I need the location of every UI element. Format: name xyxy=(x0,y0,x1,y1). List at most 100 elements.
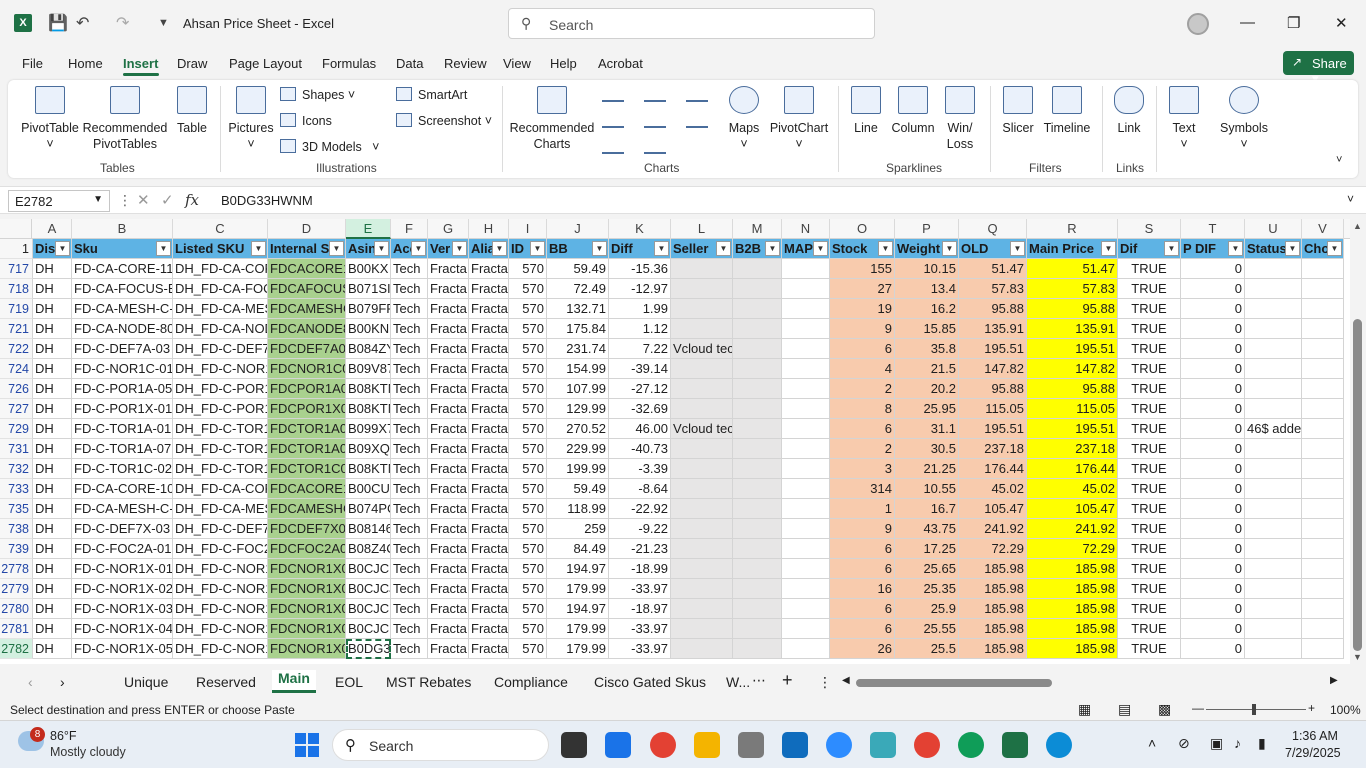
cell[interactable] xyxy=(1245,379,1302,399)
cell[interactable]: 0 xyxy=(1181,559,1245,579)
cell[interactable] xyxy=(671,299,733,319)
cell[interactable]: Tech xyxy=(391,279,428,299)
cell[interactable]: 46.00 xyxy=(609,419,671,439)
cell[interactable]: 185.98 xyxy=(1027,639,1118,659)
cell[interactable]: Fracta xyxy=(428,579,469,599)
cell[interactable]: DH_FD-C-TOR1 xyxy=(173,459,268,479)
cell[interactable]: DH_FD-C-NOR1 xyxy=(173,599,268,619)
cell[interactable]: 13.4 xyxy=(895,279,959,299)
row-number[interactable]: 732 xyxy=(0,459,33,479)
cell[interactable]: Fracta xyxy=(428,459,469,479)
cell[interactable]: 21.5 xyxy=(895,359,959,379)
cell[interactable]: TRUE xyxy=(1118,599,1181,619)
cell[interactable]: TRUE xyxy=(1118,459,1181,479)
cell[interactable]: 0 xyxy=(1181,519,1245,539)
header-cell[interactable]: Acc ▼ xyxy=(391,239,428,259)
maximize-button[interactable]: ❐ xyxy=(1287,14,1300,32)
cell[interactable]: Fracta xyxy=(428,339,469,359)
cell[interactable] xyxy=(671,619,733,639)
cell[interactable]: 185.98 xyxy=(959,599,1027,619)
cell[interactable]: Fracta xyxy=(469,559,509,579)
cell[interactable]: FDCNOR1X01 xyxy=(268,559,346,579)
cell[interactable]: Tech xyxy=(391,459,428,479)
cell[interactable] xyxy=(733,559,782,579)
cell[interactable] xyxy=(671,259,733,279)
cell[interactable]: Fracta xyxy=(469,439,509,459)
cell[interactable]: 95.88 xyxy=(1027,379,1118,399)
cell[interactable]: 237.18 xyxy=(1027,439,1118,459)
cell[interactable]: Fracta xyxy=(469,579,509,599)
header-cell[interactable]: B2B ▼ xyxy=(733,239,782,259)
cell[interactable] xyxy=(782,499,830,519)
cell[interactable]: 0 xyxy=(1181,259,1245,279)
cell[interactable]: B084ZY xyxy=(346,339,391,359)
header-cell[interactable]: Dif ▼ xyxy=(1118,239,1181,259)
cell[interactable]: DH xyxy=(33,359,72,379)
cell[interactable]: 199.99 xyxy=(547,459,609,479)
cell[interactable]: 0 xyxy=(1181,339,1245,359)
cell[interactable]: Fracta xyxy=(428,499,469,519)
cell[interactable]: FDCDEF7A03 xyxy=(268,339,346,359)
cell[interactable]: 25.35 xyxy=(895,579,959,599)
cell[interactable]: 185.98 xyxy=(1027,579,1118,599)
cell[interactable] xyxy=(733,639,782,659)
cell[interactable] xyxy=(733,419,782,439)
cell[interactable]: 72.29 xyxy=(959,539,1027,559)
pivotchart-button[interactable]: PivotChart ˅ xyxy=(766,86,832,152)
cell[interactable]: 26 xyxy=(830,639,895,659)
row-number[interactable]: 1 xyxy=(0,239,33,259)
row-number[interactable]: 2778 xyxy=(0,559,33,579)
sheet-tab-more[interactable]: W... xyxy=(726,674,750,690)
table-button[interactable]: Table xyxy=(172,86,212,136)
cell[interactable] xyxy=(671,599,733,619)
cell[interactable]: 3 xyxy=(830,459,895,479)
cell[interactable] xyxy=(671,559,733,579)
filter-dropdown-icon[interactable]: ▼ xyxy=(654,241,669,256)
cell[interactable]: B09V87 xyxy=(346,359,391,379)
cell[interactable]: 6 xyxy=(830,539,895,559)
cell[interactable]: 57.83 xyxy=(1027,279,1118,299)
cell[interactable]: 118.99 xyxy=(547,499,609,519)
customize-qat-icon[interactable]: ▼ xyxy=(158,17,169,29)
cell[interactable] xyxy=(733,459,782,479)
cell[interactable] xyxy=(671,499,733,519)
cell[interactable]: Fracta xyxy=(469,279,509,299)
cell[interactable] xyxy=(733,579,782,599)
cell[interactable]: -33.97 xyxy=(609,579,671,599)
cell[interactable]: 8 xyxy=(830,399,895,419)
cell[interactable]: 237.18 xyxy=(959,439,1027,459)
cell[interactable]: 84.49 xyxy=(547,539,609,559)
cell[interactable]: Fracta xyxy=(428,519,469,539)
cell[interactable]: 185.98 xyxy=(959,619,1027,639)
cell[interactable]: -27.12 xyxy=(609,379,671,399)
column-header-u[interactable]: U xyxy=(1245,219,1302,239)
cell[interactable]: 185.98 xyxy=(1027,559,1118,579)
cell[interactable]: Fracta xyxy=(428,639,469,659)
cell[interactable]: Fracta xyxy=(469,619,509,639)
cell[interactable]: 17.25 xyxy=(895,539,959,559)
cell[interactable]: 241.92 xyxy=(1027,519,1118,539)
cell[interactable] xyxy=(733,259,782,279)
tab-data[interactable]: Data xyxy=(396,56,423,71)
cell[interactable]: 59.49 xyxy=(547,259,609,279)
cell[interactable]: DH xyxy=(33,279,72,299)
filter-dropdown-icon[interactable]: ▼ xyxy=(492,241,507,256)
cell[interactable]: 195.51 xyxy=(959,339,1027,359)
cell[interactable]: TRUE xyxy=(1118,539,1181,559)
store-icon[interactable] xyxy=(605,732,631,758)
search-input[interactable]: ⚲ Search xyxy=(508,8,875,39)
cell[interactable]: 570 xyxy=(509,579,547,599)
cell[interactable]: 35.8 xyxy=(895,339,959,359)
cell[interactable]: 6 xyxy=(830,339,895,359)
cell[interactable]: FD-CA-CORE-110 xyxy=(72,259,173,279)
cell[interactable]: DH xyxy=(33,319,72,339)
cell[interactable] xyxy=(671,639,733,659)
tab-file[interactable]: File xyxy=(22,56,43,71)
cell[interactable]: 570 xyxy=(509,479,547,499)
cell[interactable] xyxy=(782,279,830,299)
cell[interactable]: 45.02 xyxy=(959,479,1027,499)
cell[interactable]: TRUE xyxy=(1118,639,1181,659)
cell[interactable]: FDCACORE1C xyxy=(268,479,346,499)
row-number[interactable]: 739 xyxy=(0,539,33,559)
column-header-c[interactable]: C xyxy=(173,219,268,239)
